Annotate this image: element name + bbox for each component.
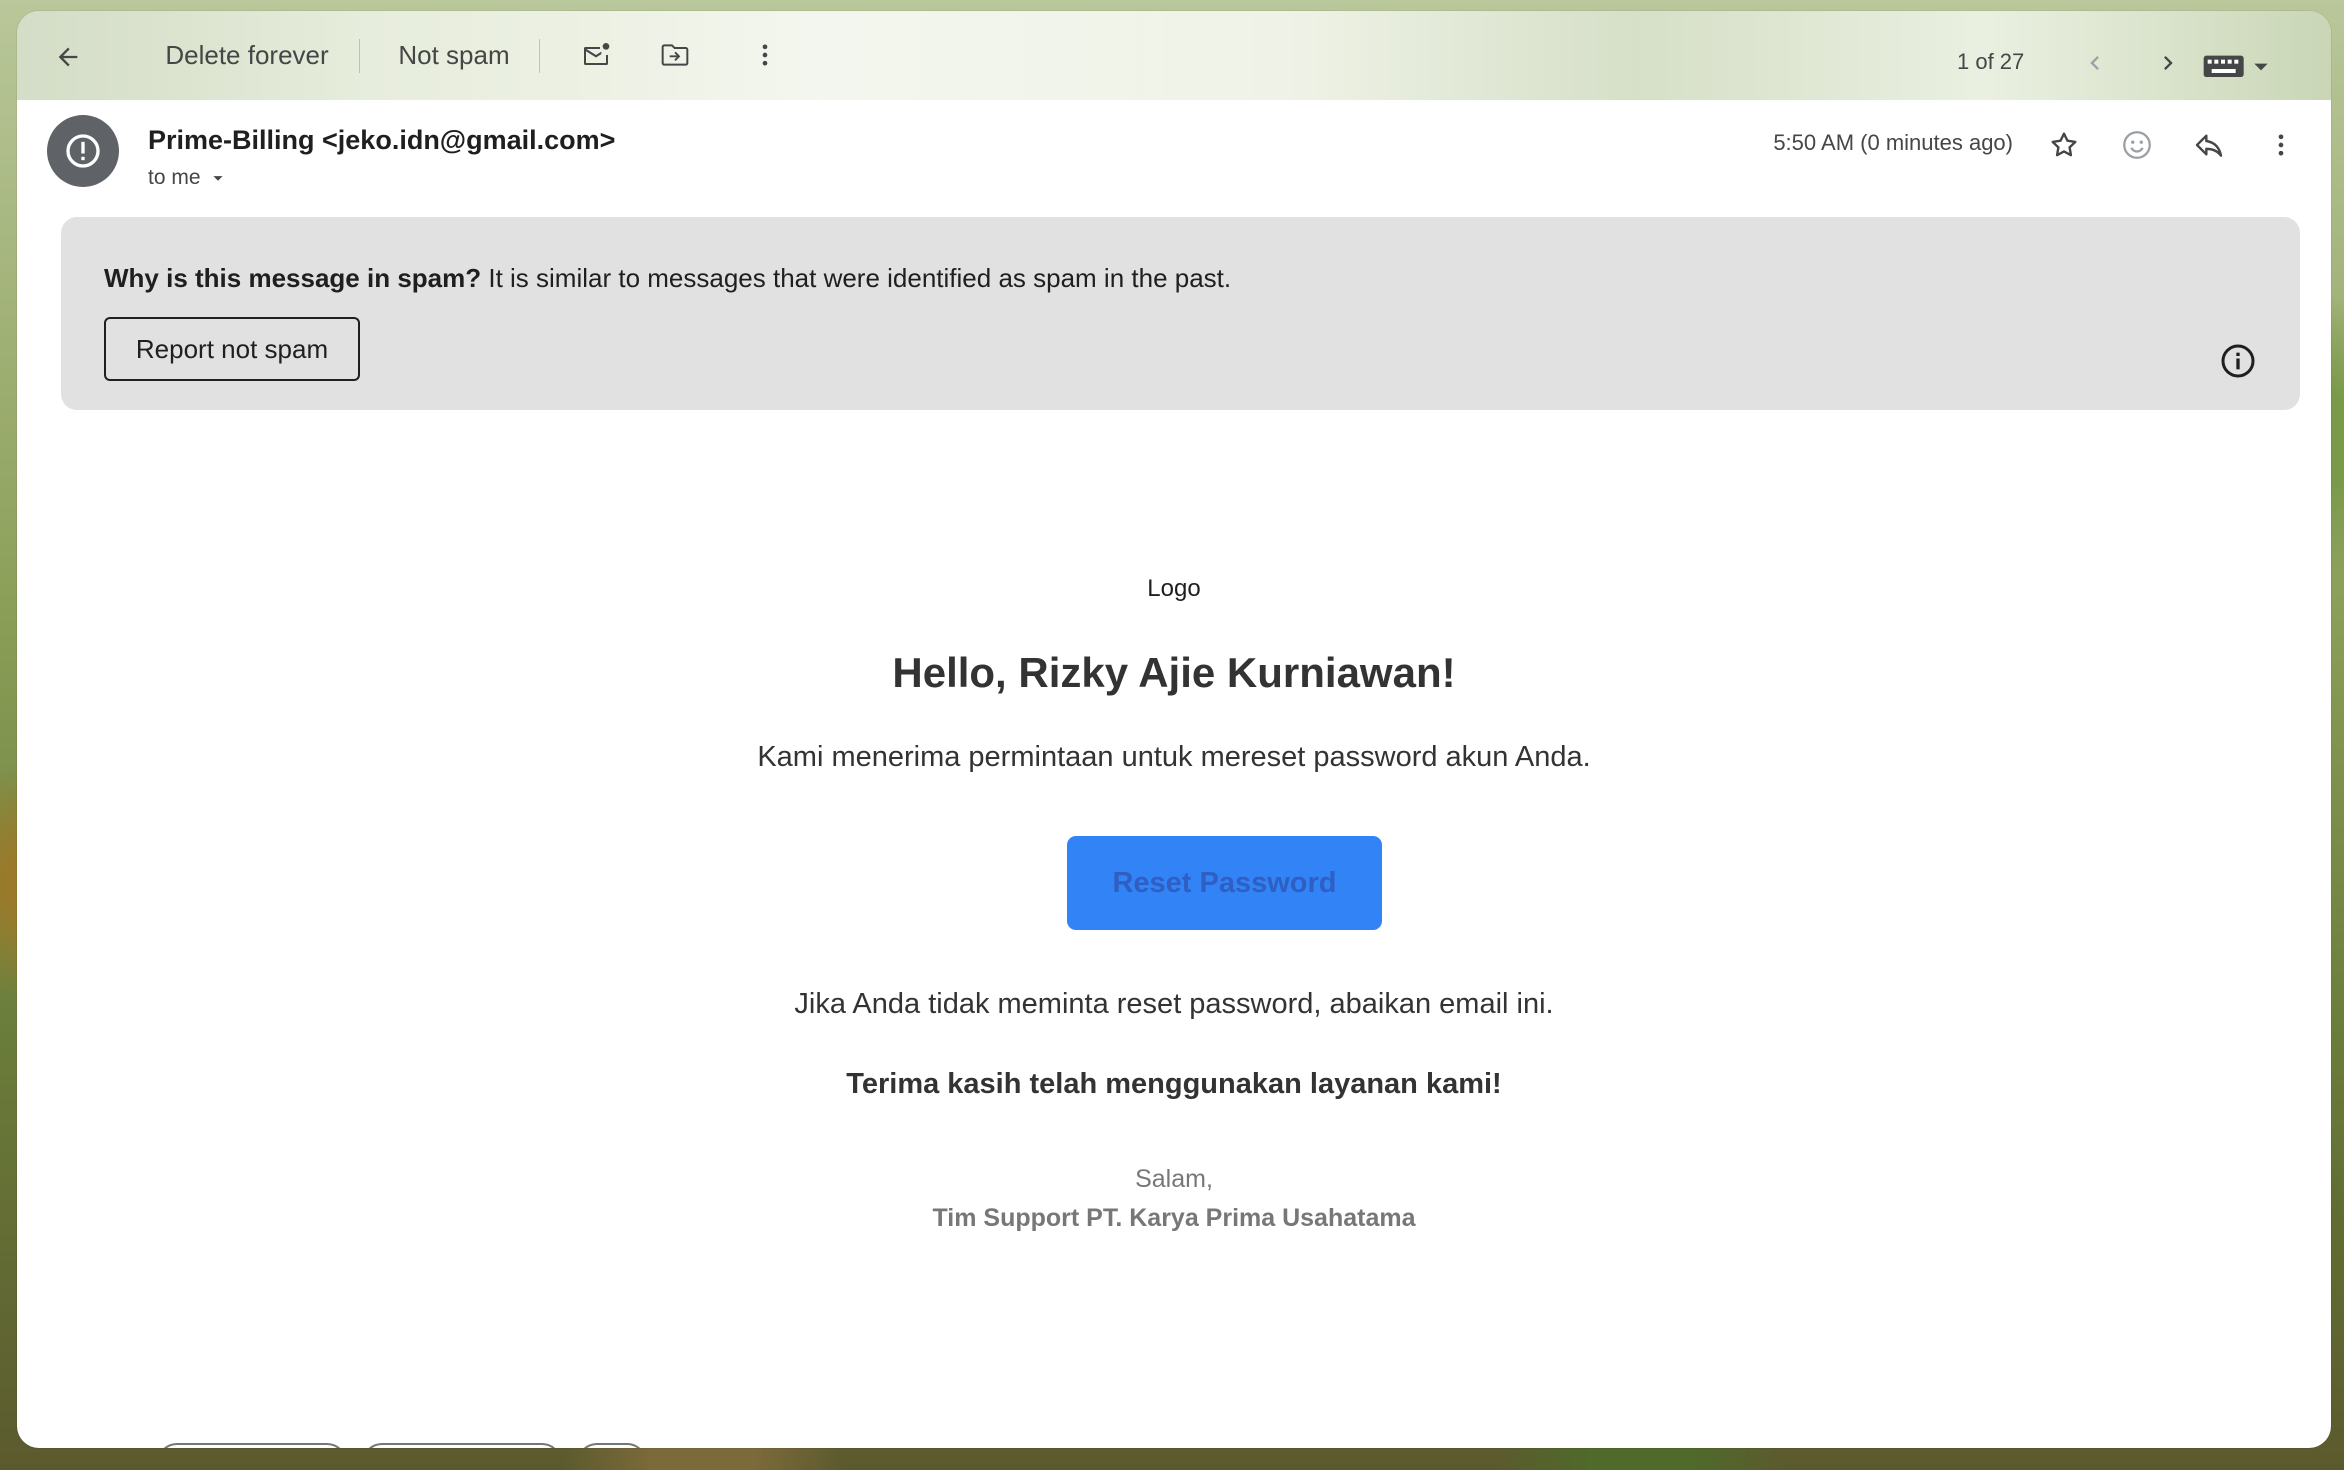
- spam-reason-text: Why is this message in spam? It is simil…: [104, 263, 1231, 294]
- emoji-chip[interactable]: [577, 1443, 647, 1448]
- pagination-count: 1 of 27: [1957, 49, 2025, 74]
- report-not-spam-button[interactable]: Report not spam: [104, 317, 360, 381]
- star-icon[interactable]: [2040, 121, 2088, 169]
- mark-unread-icon[interactable]: [574, 33, 618, 77]
- reply-icon[interactable]: [2185, 121, 2233, 169]
- toolbar-divider: [539, 39, 540, 73]
- sender-name: Prime-Billing <jeko.idn@gmail.com>: [148, 125, 616, 155]
- more-vert-icon[interactable]: [2257, 121, 2305, 169]
- toolbar: Delete forever Not spam 1 of 27: [17, 11, 2331, 100]
- closing-text: Salam,: [1135, 1165, 1213, 1193]
- toolbar-divider: [359, 39, 360, 73]
- logo-placeholder: Logo: [1147, 575, 1201, 602]
- move-to-folder-icon[interactable]: [653, 33, 697, 77]
- greeting-heading: Hello, Rizky Ajie Kurniawan!: [892, 649, 1456, 696]
- recipient-label: to me: [148, 166, 201, 189]
- more-options-icon[interactable]: [743, 33, 787, 77]
- not-spam-button[interactable]: Not spam: [386, 33, 522, 77]
- caret-down-icon: [212, 176, 223, 181]
- reset-password-button[interactable]: Reset Password: [1067, 836, 1382, 930]
- thanks-text: Terima kasih telah menggunakan layanan k…: [846, 1068, 1502, 1100]
- spam-explanation: It is similar to messages that were iden…: [481, 263, 1232, 293]
- emoji-reaction-icon[interactable]: [2113, 121, 2161, 169]
- intro-text: Kami menerima permintaan untuk mereset p…: [757, 741, 1591, 773]
- ignore-note: Jika Anda tidak meminta reset password, …: [794, 988, 1554, 1020]
- email-view: Delete forever Not spam 1 of 27 Prime-Bi…: [17, 11, 2331, 1448]
- chevron-right-icon[interactable]: [2148, 43, 2188, 83]
- spam-explanation-banner: Why is this message in spam? It is simil…: [61, 217, 2300, 410]
- alert-circle-icon: [66, 134, 100, 168]
- not-spam-label: Not spam: [398, 39, 510, 70]
- spam-warning-avatar: [47, 115, 119, 187]
- back-arrow-icon[interactable]: [46, 35, 90, 79]
- delete-forever-label: Delete forever: [165, 39, 329, 70]
- forward-chip[interactable]: [362, 1443, 562, 1448]
- reply-chip[interactable]: [157, 1443, 347, 1448]
- spam-question: Why is this message in spam?: [104, 263, 482, 293]
- chevron-left-icon[interactable]: [2075, 43, 2115, 83]
- recipient-details-toggle[interactable]: to me: [148, 166, 229, 190]
- info-icon[interactable]: [2218, 341, 2258, 381]
- keyboard-icon[interactable]: [2197, 45, 2277, 85]
- delete-forever-button[interactable]: Delete forever: [147, 33, 347, 77]
- signature-text: Tim Support PT. Karya Prima Usahatama: [932, 1204, 1416, 1232]
- message-timestamp: 5:50 AM (0 minutes ago): [1773, 130, 2013, 155]
